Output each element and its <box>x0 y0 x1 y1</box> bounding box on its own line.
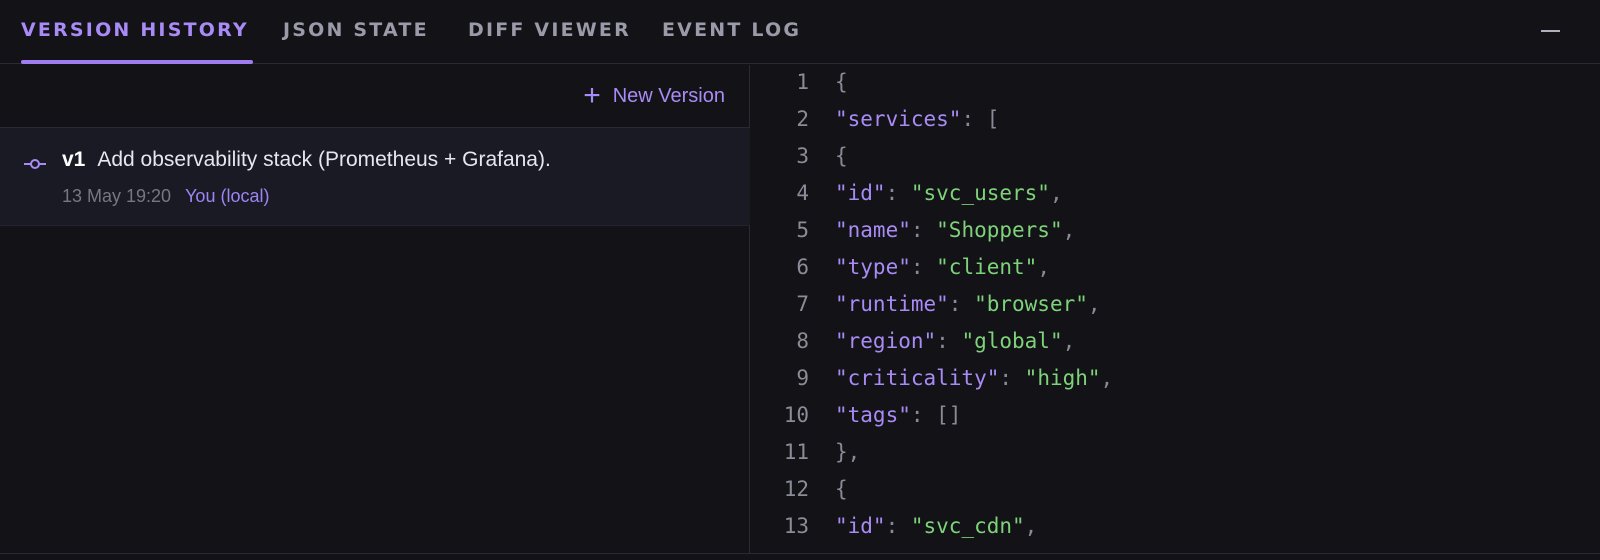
json-key: "id" <box>835 514 886 538</box>
line-number: 6 <box>796 255 809 279</box>
code-text: "region": "global", <box>835 324 1075 358</box>
tab-diff-viewer[interactable]: DIFF VIEWER <box>468 0 631 64</box>
minimize-button[interactable] <box>1530 18 1570 46</box>
version-author: You (local) <box>185 186 270 206</box>
tab-event-log[interactable]: EVENT LOG <box>662 0 801 64</box>
code-line: 12 { <box>751 472 1591 506</box>
json-punctuation: : <box>885 514 911 538</box>
commit-icon <box>24 158 46 170</box>
json-punctuation: : <box>910 218 937 242</box>
json-string: "svc_cdn" <box>910 514 1025 538</box>
code-text: "type": "client", <box>835 250 1050 284</box>
json-punctuation: , <box>1087 292 1101 316</box>
plus-icon: + <box>583 79 601 112</box>
line-number: 2 <box>796 107 809 131</box>
json-string: "high" <box>1024 366 1101 390</box>
json-punctuation: : <box>948 292 975 316</box>
version-list-item[interactable]: v1 Add observability stack (Prometheus + … <box>0 128 750 226</box>
app-window: VERSION HISTORY JSON STATE DIFF VIEWER E… <box>0 0 1600 560</box>
json-punctuation: { <box>835 70 848 94</box>
json-string: "browser" <box>974 292 1088 316</box>
json-key: "services" <box>835 107 962 131</box>
line-number: 7 <box>796 292 809 316</box>
version-title: v1 Add observability stack (Prometheus + … <box>62 148 551 172</box>
json-punctuation: }, <box>835 440 861 464</box>
new-version-label: New Version <box>612 84 725 107</box>
json-string: "client" <box>936 255 1038 279</box>
code-text: "criticality": "high", <box>835 361 1113 395</box>
code-text: { <box>835 472 848 506</box>
line-number: 4 <box>796 181 809 205</box>
code-line: 2 "services": [ <box>751 102 1591 136</box>
version-tag: v1 <box>62 148 86 171</box>
line-number: 3 <box>796 144 809 168</box>
code-line: 3{ <box>751 139 1591 173</box>
minus-icon <box>1541 30 1560 32</box>
tab-version-history[interactable]: VERSION HISTORY <box>21 0 253 64</box>
new-version-button[interactable]: + New Version <box>583 81 725 111</box>
json-key: "id" <box>835 181 886 205</box>
json-code-viewer[interactable]: 1{2 "services": [3{4 "id": "svc_users", 5 "n… <box>751 65 1600 553</box>
json-key: "tags" <box>835 403 911 427</box>
bottom-divider <box>0 553 1600 554</box>
code-text: "name": "Shoppers", <box>835 213 1075 247</box>
json-string: "global" <box>961 329 1063 353</box>
code-line: 8 "region": "global", <box>751 324 1591 358</box>
line-number: 13 <box>783 514 809 538</box>
code-text: }, <box>835 435 860 469</box>
line-number: 5 <box>796 218 809 242</box>
line-number: 11 <box>783 440 809 464</box>
code-line: 13 "id": "svc_cdn", <box>751 509 1591 543</box>
json-punctuation: : <box>910 255 937 279</box>
code-text: "tags": [] <box>835 398 961 432</box>
line-number: 1 <box>796 70 809 94</box>
code-text: "services": [ <box>835 102 999 136</box>
tab-json-state[interactable]: JSON STATE <box>283 0 429 64</box>
code-text: "id": "svc_users", <box>835 176 1063 210</box>
json-string: "svc_users" <box>910 181 1050 205</box>
code-text: { <box>835 139 848 173</box>
json-punctuation: : <box>936 329 962 353</box>
json-key: "criticality" <box>835 366 1000 390</box>
json-key: "region" <box>835 329 937 353</box>
json-punctuation: , <box>1037 255 1050 279</box>
json-key: "type" <box>835 255 911 279</box>
line-number: 10 <box>783 403 809 427</box>
code-line: 7 "runtime": "browser", <box>751 287 1591 321</box>
version-timestamp: 13 May 19:20 <box>62 186 172 206</box>
version-message: Add observability stack (Prometheus + Gr… <box>97 148 551 171</box>
json-string: "Shoppers" <box>936 218 1063 242</box>
code-line: 1{ <box>751 65 1591 99</box>
code-text: "id": "svc_cdn", <box>835 509 1037 543</box>
json-punctuation: : [ <box>961 107 1000 131</box>
line-number: 9 <box>796 366 809 390</box>
code-line: 5 "name": "Shoppers", <box>751 213 1591 247</box>
code-line: 9 "criticality": "high", <box>751 361 1591 395</box>
code-line: 11}, <box>751 435 1591 469</box>
json-punctuation: , <box>1062 218 1076 242</box>
json-punctuation: , <box>1049 181 1063 205</box>
code-line: 4 "id": "svc_users", <box>751 176 1591 210</box>
json-punctuation: , <box>1100 366 1114 390</box>
json-punctuation: : [] <box>910 403 962 427</box>
json-punctuation: , <box>1024 514 1038 538</box>
json-punctuation: : <box>885 181 911 205</box>
json-punctuation: , <box>1062 329 1076 353</box>
json-key: "runtime" <box>835 292 949 316</box>
code-line: 6 "type": "client", <box>751 250 1591 284</box>
line-number: 12 <box>783 477 809 501</box>
json-key: "name" <box>835 218 911 242</box>
tab-bar: VERSION HISTORY JSON STATE DIFF VIEWER E… <box>0 0 1600 64</box>
json-punctuation: { <box>835 144 848 168</box>
json-punctuation: : <box>999 366 1025 390</box>
version-history-panel: + New Version v1 Add observability stack … <box>0 65 750 553</box>
line-number: 8 <box>796 329 809 353</box>
code-line: 10 "tags": [] <box>751 398 1591 432</box>
code-text: { <box>835 65 848 99</box>
code-text: "runtime": "browser", <box>835 287 1101 321</box>
version-meta: 13 May 19:20 You (local) <box>62 186 269 207</box>
json-punctuation: { <box>835 477 848 501</box>
